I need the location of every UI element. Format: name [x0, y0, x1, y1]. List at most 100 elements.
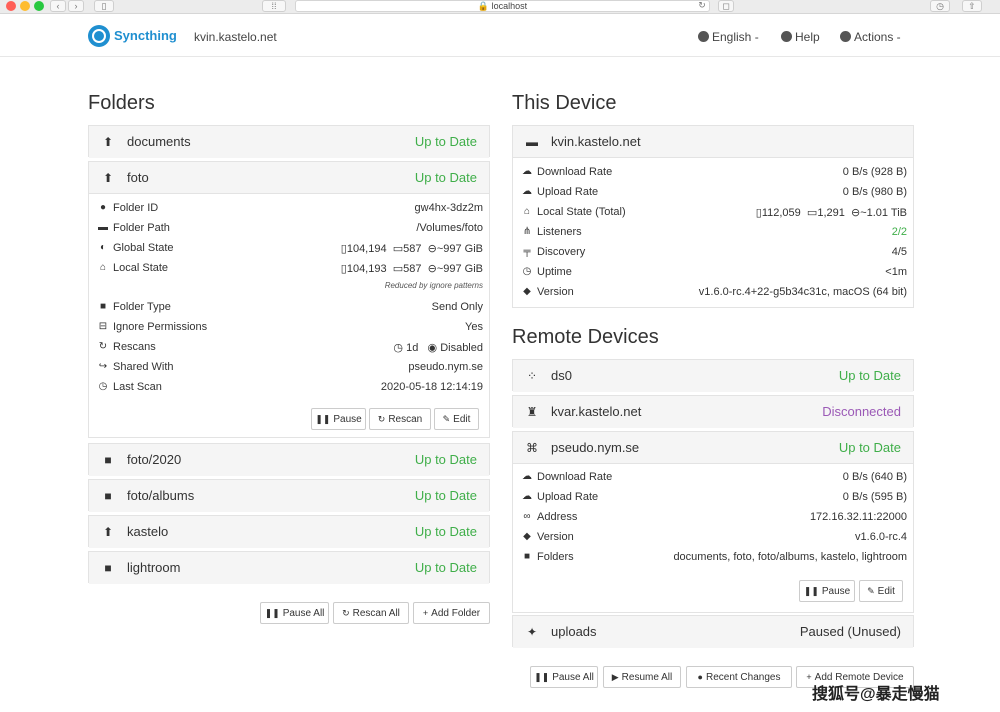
language-menu[interactable]: English - [698, 30, 759, 44]
discovery-link[interactable]: 4/5 [892, 246, 907, 258]
this-device-heading: This Device [512, 92, 617, 114]
extensions-icon[interactable]: ◻ [718, 0, 734, 12]
rescan-folder-button[interactable]: ↻ Rescan [369, 408, 431, 430]
history-icon[interactable]: ◷ [930, 0, 950, 12]
device-name: uploads [551, 624, 597, 639]
actions-menu[interactable]: Actions - [840, 30, 901, 44]
device-identicon: ♜ [526, 405, 538, 419]
rescan-all-button[interactable]: ↻ Rescan All [333, 602, 409, 624]
device-status: Disconnected [822, 404, 901, 419]
upload-rate-row: ☁ Upload Rate 0 B/s (980 B) [522, 186, 907, 198]
gear-icon [840, 31, 851, 42]
pause-all-folders-button[interactable]: ❚❚ Pause All [260, 602, 329, 624]
upload-icon: ⬆ [102, 525, 114, 539]
global-state-row: ◐ Global State ▯104,194 ▭587 ⊖~997 GiB [89, 239, 489, 259]
listeners-row: ⋔ Listeners 2/2 [522, 226, 907, 238]
cloud-download-icon: ☁ [522, 166, 532, 177]
syncthing-logo[interactable] [88, 25, 110, 47]
download-rate-row: ☁ Download Rate 0 B/s (928 B) [522, 166, 907, 178]
cloud-upload-icon: ☁ [522, 186, 532, 197]
folder-panel-foto-2020[interactable]: ■ foto/2020 Up to Date [88, 443, 490, 476]
pause-icon: ❚❚ [534, 672, 550, 682]
pause-device-button[interactable]: ❚❚ Pause [799, 580, 855, 602]
listeners-link[interactable]: 2/2 [892, 226, 907, 238]
pause-icon: ❚❚ [264, 608, 280, 618]
help-menu[interactable]: Help [781, 30, 820, 44]
uptime-row: ◷ Uptime <1m [522, 266, 907, 278]
device-name: kvin.kastelo.net [551, 134, 641, 149]
folder-status: Up to Date [414, 452, 477, 467]
navbar: Syncthing kvin.kastelo.net English - Hel… [0, 15, 1000, 57]
share-icon[interactable]: ⇧ [962, 0, 982, 12]
folder-name: documents [127, 134, 191, 149]
plus-icon: + [422, 608, 429, 618]
pause-folder-button[interactable]: ❚❚ Pause [311, 408, 366, 430]
close-window-button[interactable] [6, 1, 16, 11]
device-panel-ds0[interactable]: ⁘ ds0 Up to Date [512, 359, 914, 392]
globe-icon [698, 31, 709, 42]
folder-icon: ■ [523, 551, 531, 562]
desktop-icon: ▬ [526, 135, 538, 149]
folder-icon: ▭ [806, 207, 818, 219]
device-panel-pseudo[interactable]: ⌘ pseudo.nym.se Up to Date ☁ Download Ra… [512, 431, 914, 613]
shared-with-row: ↪ Shared With pseudo.nym.se [98, 361, 483, 373]
plus-icon: + [806, 672, 812, 682]
pause-icon: ❚❚ [315, 414, 331, 424]
edit-device-button[interactable]: ✎ Edit [859, 580, 903, 602]
folder-name: foto/2020 [127, 452, 182, 467]
device-name: ds0 [551, 368, 572, 383]
folder-panel-documents[interactable]: ⬆ documents Up to Date [88, 125, 490, 158]
folder-path-row: ▬ Folder Path /Volumes/foto [98, 222, 483, 234]
hdd-icon: ⊖ [427, 263, 437, 275]
edit-folder-button[interactable]: ✎ Edit [434, 408, 479, 430]
eye-slash-icon: ◉ [427, 342, 438, 354]
link-icon: ∞ [523, 511, 531, 522]
recent-changes-button[interactable]: ● Recent Changes [686, 666, 792, 688]
address-row: ∞ Address 172.16.32.11:22000 [513, 508, 913, 528]
pencil-icon: ✎ [442, 414, 451, 424]
device-panel-kvar[interactable]: ♜ kvar.kastelo.net Disconnected [512, 395, 914, 428]
cloud-upload-icon: ☁ [522, 491, 532, 502]
minimize-window-button[interactable] [20, 1, 30, 11]
forward-button[interactable]: › [68, 0, 84, 12]
sitemap-icon: ⋔ [522, 226, 532, 237]
folder-panel-kastelo[interactable]: ⬆ kastelo Up to Date [88, 515, 490, 548]
folder-panel-lightroom[interactable]: ■ lightroom Up to Date [88, 551, 490, 584]
brand-name[interactable]: Syncthing [114, 28, 177, 43]
share-icon: ↪ [98, 361, 108, 372]
pause-all-devices-button[interactable]: ❚❚ Pause All [530, 666, 598, 688]
folder-panel-foto-albums[interactable]: ■ foto/albums Up to Date [88, 479, 490, 512]
add-folder-button[interactable]: + Add Folder [413, 602, 490, 624]
maximize-window-button[interactable] [34, 1, 44, 11]
reload-icon[interactable]: ↻ [694, 0, 710, 12]
clock-icon: ◷ [393, 342, 404, 354]
device-panel-uploads[interactable]: ✦ uploads Paused (Unused) [512, 615, 914, 648]
ignore-patterns-note: Reduced by ignore patterns [384, 281, 483, 290]
back-button[interactable]: ‹ [50, 0, 66, 12]
local-state-row: ⌂ Local State ▯104,193 ▭587 ⊖~997 GiB [89, 259, 489, 279]
folder-panel-foto[interactable]: ⬆ foto Up to Date ● Folder ID gw4hx-3dz2… [88, 161, 490, 438]
tabs-overview-icon[interactable]: ⁞⁞ [262, 0, 286, 12]
device-identicon: ✦ [526, 625, 538, 639]
clock-icon: ◷ [98, 381, 108, 392]
address-bar[interactable]: 🔒 localhost [295, 0, 710, 12]
question-icon [781, 31, 792, 42]
play-icon: ▶ [611, 672, 619, 682]
signpost-icon: ╤ [523, 246, 531, 257]
sidebar-toggle-icon[interactable]: ▯ [94, 0, 114, 12]
folder-status: Up to Date [414, 524, 477, 539]
folder-icon: ■ [104, 561, 112, 575]
refresh-icon: ↻ [342, 608, 350, 618]
refresh-icon: ↻ [377, 414, 386, 424]
resume-all-button[interactable]: ▶ Resume All [603, 666, 681, 688]
this-device-panel[interactable]: ▬ kvin.kastelo.net ☁ Download Rate 0 B/s… [512, 125, 914, 308]
folder-status: Up to Date [414, 134, 477, 149]
history-icon: ● [697, 672, 703, 682]
device-identicon: ⌘ [526, 441, 538, 455]
device-name: pseudo.nym.se [551, 440, 640, 455]
folder-icon: ■ [104, 489, 112, 503]
upload-icon: ⬆ [102, 135, 114, 149]
device-status: Paused (Unused) [799, 624, 901, 639]
device-identicon: ⁘ [526, 369, 538, 383]
pencil-icon: ✎ [867, 586, 875, 596]
